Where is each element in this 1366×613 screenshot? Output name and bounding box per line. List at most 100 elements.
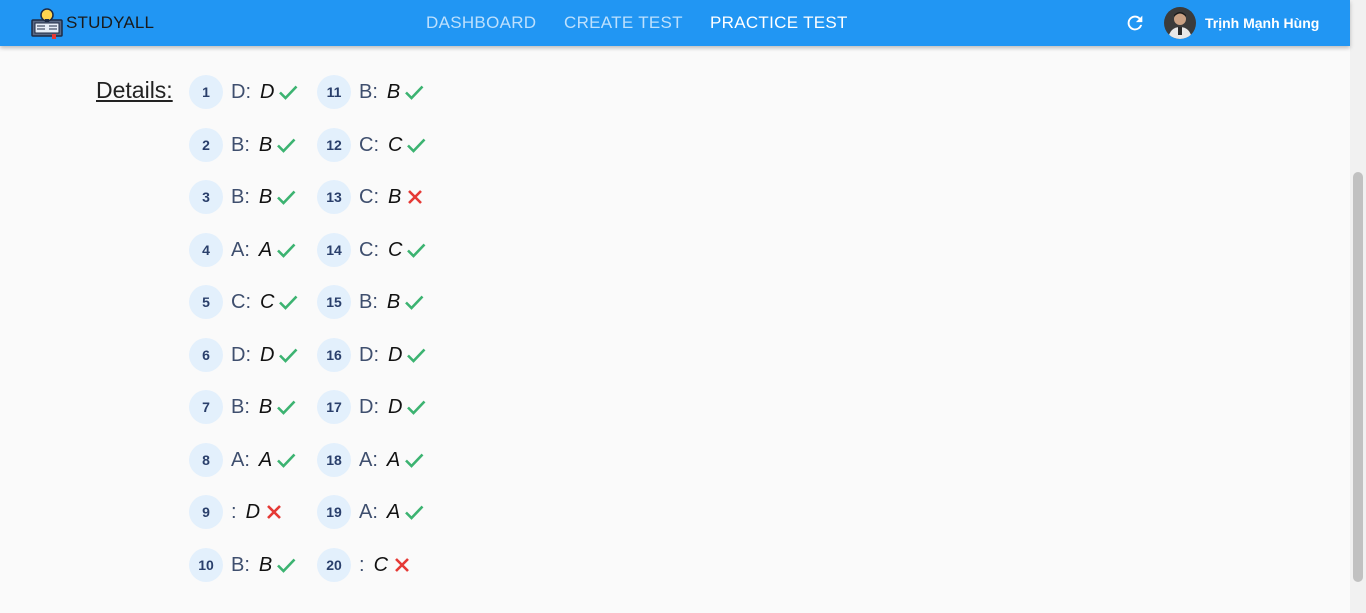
question-number-badge: 15 [317,285,351,319]
scrollbar-thumb[interactable] [1353,172,1363,582]
question-number-badge: 20 [317,548,351,582]
correct-answer: D [388,395,403,418]
question-number-badge: 10 [189,548,223,582]
question-number-badge: 12 [317,128,351,162]
details-label: Details: [96,77,173,103]
question-number-badge: 6 [189,338,223,372]
correct-answer: C [388,238,403,261]
correct-answer: C [373,553,389,576]
question-number-badge: 4 [189,233,223,267]
correct-answer: B [258,185,273,208]
avatar[interactable] [1164,7,1196,39]
chosen-answer: : [231,500,237,523]
chosen-answer: B: [231,395,250,418]
question-number-badge: 11 [317,75,351,109]
cross-icon [267,505,281,519]
correct-answer: A [386,448,401,471]
correct-answer: A [258,448,273,471]
question-number-badge: 5 [189,285,223,319]
question-number-badge: 2 [189,128,223,162]
chosen-answer: D: [359,395,379,418]
correct-answer: C [388,133,403,156]
answer-item: 8 A: A [189,442,296,478]
answer-item: 9: D [189,494,284,530]
brand-logo[interactable]: STUDYALL [30,6,154,40]
check-icon [407,138,426,153]
answer-item: 17 D: D [317,389,426,425]
check-icon [277,190,296,205]
answer-item: 18 A: A [317,442,424,478]
check-icon [405,505,424,520]
check-icon [279,348,298,363]
check-icon [405,85,424,100]
user-name[interactable]: Trịnh Mạnh Hùng [1205,15,1319,31]
avatar-image [1164,7,1196,39]
chosen-answer: B: [359,80,378,103]
logo-icon [31,8,63,39]
correct-answer: D [260,343,275,366]
check-icon [279,85,298,100]
question-number-badge: 14 [317,233,351,267]
question-number-badge: 18 [317,443,351,477]
chosen-answer: B: [231,553,250,576]
cross-icon [408,190,423,204]
chosen-answer: D: [231,343,251,366]
brand-name: STUDYALL [66,13,155,32]
check-icon [277,138,296,153]
question-number-badge: 3 [189,180,223,214]
refresh-icon[interactable] [1124,12,1146,34]
chosen-answer: B: [231,185,250,208]
check-icon [277,243,296,258]
answer-item: 20: C [317,547,412,583]
correct-answer: D [388,343,403,366]
chosen-answer: C: [231,290,251,313]
chosen-answer: C: [359,133,379,156]
answer-item: 3 B: B [189,179,296,215]
correct-answer: B [386,290,401,313]
check-icon [277,453,296,468]
correct-answer: A [386,500,401,523]
chosen-answer: C: [359,238,379,261]
check-icon [407,243,426,258]
chosen-answer: A: [359,448,378,471]
answer-item: 14 C: C [317,232,426,268]
check-icon [405,295,424,310]
nav-practice-test[interactable]: PRACTICE TEST [710,13,848,33]
question-number-badge: 7 [189,390,223,424]
correct-answer: A [258,238,273,261]
answer-item: 7 B: B [189,389,296,425]
check-icon [407,348,426,363]
check-icon [277,400,296,415]
answer-item: 10 B: B [189,547,296,583]
question-number-badge: 16 [317,338,351,372]
answer-item: 1 D: D [189,74,298,110]
question-number-badge: 1 [189,75,223,109]
correct-answer: B [258,133,273,156]
answer-item: 5 C: C [189,284,298,320]
chosen-answer: : [359,553,365,576]
chosen-answer: A: [231,238,250,261]
answer-item: 15 B: B [317,284,424,320]
answer-item: 4 A: A [189,232,296,268]
check-icon [407,400,426,415]
answer-item: 19 A: A [317,494,424,530]
cross-icon [395,558,409,572]
answer-item: 11 B: B [317,74,424,110]
check-icon [279,295,298,310]
correct-answer: C [260,290,275,313]
correct-answer: B [258,395,273,418]
correct-answer: D [260,80,275,103]
answer-item: 16 D: D [317,337,426,373]
chosen-answer: B: [231,133,250,156]
nav-create-test[interactable]: CREATE TEST [564,13,683,33]
question-number-badge: 8 [189,443,223,477]
nav-dashboard[interactable]: DASHBOARD [426,13,536,33]
top-app-bar: STUDYALL DASHBOARD CREATE TEST PRACTICE … [0,0,1350,46]
correct-answer: B [386,80,401,103]
chosen-answer: A: [359,500,378,523]
correct-answer: D [245,500,261,523]
check-icon [405,453,424,468]
question-number-badge: 17 [317,390,351,424]
chosen-answer: D: [359,343,379,366]
answer-item: 12 C: C [317,127,426,163]
